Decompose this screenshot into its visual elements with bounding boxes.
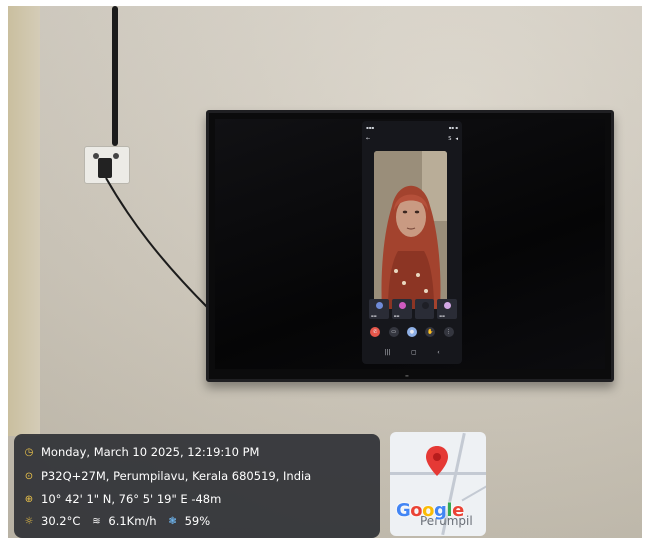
tv-brand-logo: ▬ <box>405 373 410 378</box>
datetime-text: Monday, March 10 2025, 12:19:10 PM <box>41 445 260 459</box>
sun-icon: ☼ <box>24 515 34 527</box>
more-icon: ⋮ <box>443 327 454 337</box>
mic-icon: ● <box>406 327 417 337</box>
participant-tile: ▬▬ <box>391 299 412 319</box>
address-text: P32Q+27M, Perumpilavu, Kerala 680519, In… <box>41 469 312 483</box>
hand-icon: ✋ <box>425 327 436 337</box>
mirrored-phone-screen: ▪▪▪ ▪▪ ▪ ← S ◂ ▬▬ ▬▬ ▬▬ ✆ ▭ ● ✋ ⋮ ||| ▢ … <box>362 121 462 364</box>
call-controls: ✆ ▭ ● ✋ ⋮ <box>366 325 458 339</box>
phone-nav-bar: ||| ▢ ‹ <box>374 347 450 357</box>
wind-icon: ≋ <box>92 515 101 527</box>
phone-call-header: ← S ◂ <box>366 133 458 145</box>
participant-tiles: ▬▬ ▬▬ ▬▬ <box>369 299 457 319</box>
photo: ▬ ▪▪▪ ▪▪ ▪ ← S ◂ ▬▬ ▬▬ ▬▬ ✆ ▭ ● ✋ ⋮ ||| … <box>0 0 648 542</box>
participant-tile: ▬▬ <box>437 299 457 319</box>
back-icon: ‹ <box>437 348 440 356</box>
globe-icon: ⊕ <box>24 493 34 505</box>
datetime-row: ◷ Monday, March 10 2025, 12:19:10 PM <box>23 445 260 459</box>
gps-info-overlay: ◷ Monday, March 10 2025, 12:19:10 PM ⊙ P… <box>14 434 380 538</box>
google-logo: Google <box>396 500 464 521</box>
skype-icon: S <box>448 136 452 142</box>
camera-icon: ▭ <box>388 327 399 337</box>
recent-apps-icon: ||| <box>384 348 391 356</box>
map-thumbnail: Perumpil Google <box>390 432 486 536</box>
end-call-icon: ✆ <box>370 327 381 337</box>
participant-tile: ▬▬ <box>369 299 389 319</box>
back-arrow-icon: ← <box>366 136 371 142</box>
home-icon: ▢ <box>410 348 417 356</box>
coordinates-text: 10° 42' 1" N, 76° 5' 19" E -48m <box>41 492 222 506</box>
participant-tile <box>414 299 435 319</box>
humidity-icon: ❃ <box>168 515 177 527</box>
speaker-icon: ◂ <box>455 136 458 142</box>
map-pin-icon <box>426 446 448 476</box>
wind-text: 6.1Km/h <box>108 514 157 528</box>
phone-status-bar: ▪▪▪ ▪▪ ▪ <box>366 124 458 130</box>
clock-icon: ◷ <box>24 446 34 458</box>
address-row: ⊙ P32Q+27M, Perumpilavu, Kerala 680519, … <box>23 469 311 483</box>
location-pin-icon: ⊙ <box>24 470 34 482</box>
temperature-text: 30.2°C <box>41 514 81 528</box>
coordinates-row: ⊕ 10° 42' 1" N, 76° 5' 19" E -48m <box>23 492 222 506</box>
weather-row: ☼ 30.2°C ≋ 6.1Km/h ❃ 59% <box>23 514 211 528</box>
humidity-text: 59% <box>184 514 211 528</box>
video-call-feed <box>374 151 447 309</box>
